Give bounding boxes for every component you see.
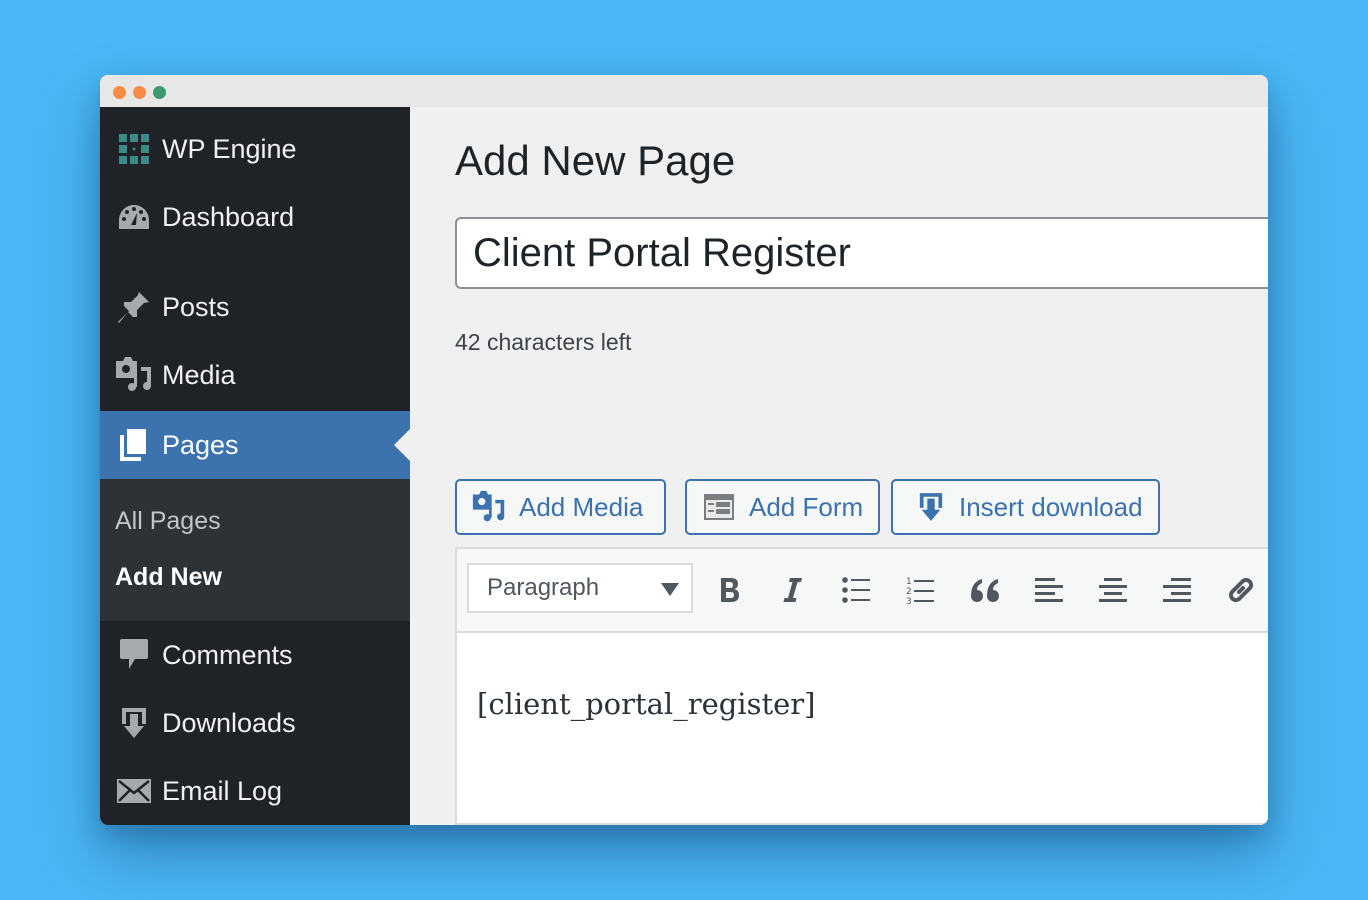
sidebar-item-label: Email Log: [162, 775, 283, 806]
align-left-icon: [1035, 578, 1063, 602]
align-right-icon: [1163, 578, 1191, 602]
page-title: Add New Page: [455, 137, 736, 184]
character-count: 42 characters left: [455, 329, 632, 355]
align-center-button[interactable]: [1090, 567, 1136, 613]
align-right-button[interactable]: [1154, 567, 1200, 613]
download-arrow-icon: [913, 490, 949, 524]
download-arrow-icon: [108, 703, 160, 743]
format-select[interactable]: Paragraph: [467, 563, 693, 613]
format-select-value: Paragraph: [487, 574, 600, 601]
sidebar-item-comments[interactable]: Comments: [100, 621, 410, 689]
svg-text:1: 1: [906, 577, 912, 587]
title-bar: [100, 75, 1268, 107]
italic-icon: [783, 578, 802, 602]
content-editor: Paragraph 1 2 3 [client_portal_register]: [455, 547, 1268, 825]
minimize-window-button[interactable]: [133, 86, 146, 99]
svg-text:3: 3: [906, 597, 912, 605]
camera-music-icon: [108, 355, 160, 395]
sidebar-item-posts[interactable]: Posts: [100, 273, 410, 341]
admin-sidebar: WP Engine Dashboard Posts Media Pages Al…: [100, 107, 410, 825]
insert-download-button[interactable]: Insert download: [891, 479, 1160, 535]
pushpin-icon: [108, 287, 160, 327]
blockquote-button[interactable]: [962, 567, 1008, 613]
camera-music-icon: [471, 490, 507, 524]
chevron-down-icon: [661, 583, 679, 596]
close-window-button[interactable]: [113, 86, 126, 99]
editor-toolbar: Paragraph 1 2 3: [457, 549, 1268, 633]
add-form-label: Add Form: [749, 491, 864, 522]
quote-icon: [971, 579, 999, 602]
browser-window: WP Engine Dashboard Posts Media Pages Al…: [100, 75, 1268, 825]
sidebar-item-label: Posts: [162, 291, 230, 322]
insert-download-label: Insert download: [959, 491, 1143, 522]
sidebar-item-label: Pages: [162, 429, 239, 460]
sidebar-item-downloads[interactable]: Downloads: [100, 689, 410, 757]
pages-icon: [108, 425, 160, 465]
editor-content[interactable]: [client_portal_register]: [477, 687, 815, 721]
sidebar-item-media[interactable]: Media: [100, 341, 410, 409]
page-title-input[interactable]: [455, 217, 1268, 289]
align-left-button[interactable]: [1026, 567, 1072, 613]
bold-button[interactable]: [707, 567, 753, 613]
add-media-label: Add Media: [519, 491, 644, 522]
submenu-item-add-new[interactable]: Add New: [115, 563, 222, 592]
envelope-icon: [108, 771, 160, 811]
main-content: Add New Page 42 characters left Add Medi…: [410, 107, 1268, 825]
sidebar-item-wp-engine[interactable]: WP Engine: [100, 115, 410, 183]
maximize-window-button[interactable]: [153, 86, 166, 99]
add-media-button[interactable]: Add Media: [455, 479, 666, 535]
dashboard-gauge-icon: [108, 197, 160, 237]
sidebar-item-label: Comments: [162, 639, 293, 670]
bold-icon: [721, 578, 739, 602]
svg-text:2: 2: [906, 587, 912, 597]
link-button[interactable]: [1218, 567, 1264, 613]
sidebar-item-email-log[interactable]: Email Log: [100, 757, 410, 825]
pages-submenu: All Pages Add New: [100, 479, 410, 621]
form-icon: [701, 490, 737, 524]
numbered-list-button[interactable]: 1 2 3: [898, 567, 944, 613]
bulleted-list-button[interactable]: [834, 567, 880, 613]
sidebar-item-pages[interactable]: Pages: [100, 411, 410, 479]
italic-button[interactable]: [770, 567, 816, 613]
speech-bubble-icon: [108, 635, 160, 675]
sidebar-item-label: WP Engine: [162, 133, 297, 164]
submenu-item-all-pages[interactable]: All Pages: [115, 507, 221, 536]
add-form-button[interactable]: Add Form: [685, 479, 880, 535]
numbered-list-icon: 1 2 3: [906, 577, 934, 605]
sidebar-item-dashboard[interactable]: Dashboard: [100, 183, 410, 251]
link-icon: [1229, 578, 1253, 602]
sidebar-item-label: Media: [162, 359, 236, 390]
align-center-icon: [1099, 578, 1127, 602]
wp-engine-logo-icon: [108, 129, 160, 169]
sidebar-item-label: Dashboard: [162, 201, 295, 232]
bulleted-list-icon: [842, 577, 870, 603]
sidebar-item-label: Downloads: [162, 707, 296, 738]
